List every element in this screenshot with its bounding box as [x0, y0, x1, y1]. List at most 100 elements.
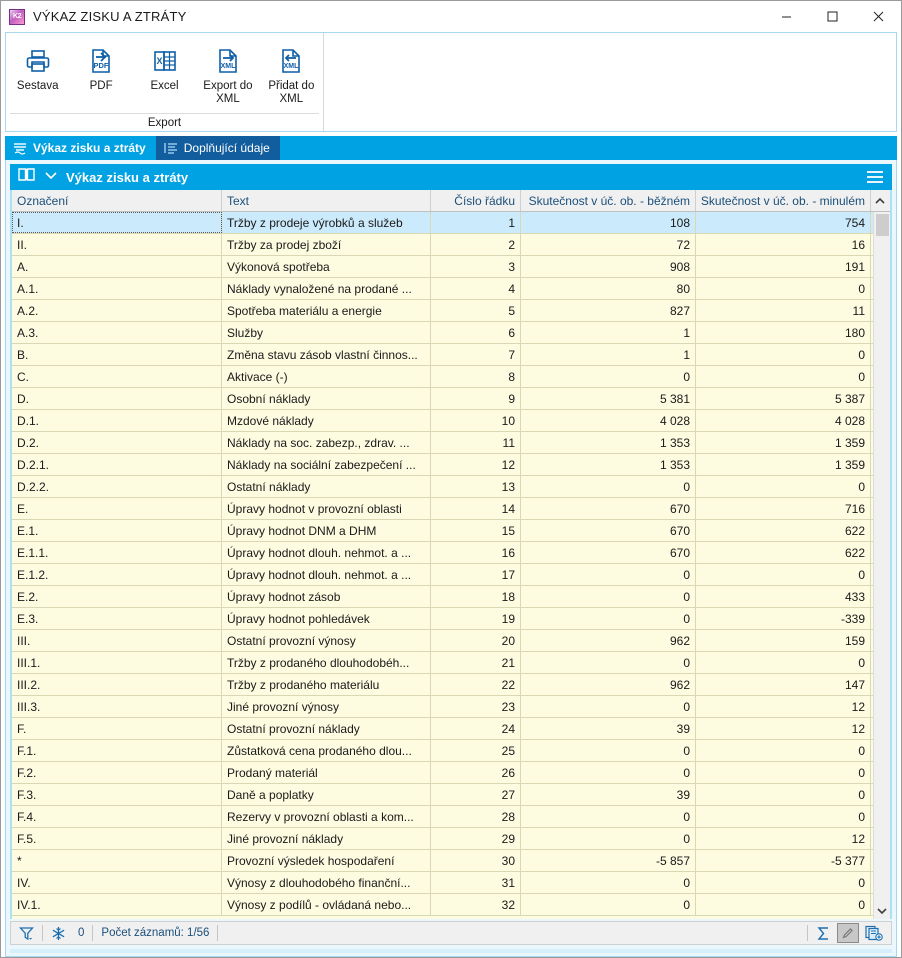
- table-row[interactable]: IV. Výnosy z dlouhodobého finanční... 31 0 0: [12, 872, 890, 894]
- scroll-up-icon[interactable]: [871, 190, 888, 211]
- cell-minule[interactable]: 0: [696, 344, 871, 365]
- cell-minule[interactable]: 4 028: [696, 410, 871, 431]
- cell-bezne[interactable]: 1 353: [521, 454, 696, 475]
- table-row[interactable]: A.1. Náklady vynaložené na prodané ... 4 80…: [12, 278, 890, 300]
- cell-cislo[interactable]: 3: [431, 256, 521, 277]
- cell-cislo[interactable]: 29: [431, 828, 521, 849]
- cell-minule[interactable]: 191: [696, 256, 871, 277]
- cell-text[interactable]: Jiné provozní výnosy: [222, 696, 431, 717]
- cell-text[interactable]: Provozní výsledek hospodaření: [222, 850, 431, 871]
- excel-button[interactable]: X Excel: [133, 37, 196, 113]
- cell-minule[interactable]: 0: [696, 476, 871, 497]
- cell-oznaceni[interactable]: F.1.: [12, 740, 222, 761]
- add-record-icon[interactable]: [859, 923, 889, 943]
- cell-oznaceni[interactable]: E.1.1.: [12, 542, 222, 563]
- cell-cislo[interactable]: 31: [431, 872, 521, 893]
- cell-cislo[interactable]: 6: [431, 322, 521, 343]
- table-row[interactable]: E.1.2. Úpravy hodnot dlouh. nehmot. a ...…: [12, 564, 890, 586]
- table-row[interactable]: D.1. Mzdové náklady 10 4 028 4 028: [12, 410, 890, 432]
- cell-oznaceni[interactable]: IV.: [12, 872, 222, 893]
- cell-bezne[interactable]: 0: [521, 586, 696, 607]
- cell-text[interactable]: Ostatní provozní výnosy: [222, 630, 431, 651]
- cell-oznaceni[interactable]: E.1.: [12, 520, 222, 541]
- cell-cislo[interactable]: 30: [431, 850, 521, 871]
- cell-text[interactable]: Výnosy z podílů - ovládaná nebo...: [222, 894, 431, 915]
- table-row[interactable]: F.1. Zůstatková cena prodaného dlou... 25 0…: [12, 740, 890, 762]
- cell-text[interactable]: Náklady na sociální zabezpečení ...: [222, 454, 431, 475]
- cell-cislo[interactable]: 7: [431, 344, 521, 365]
- table-row[interactable]: E. Úpravy hodnot v provozní oblasti 14 670 7…: [12, 498, 890, 520]
- cell-cislo[interactable]: 12: [431, 454, 521, 475]
- cell-text[interactable]: Výkonová spotřeba: [222, 256, 431, 277]
- column-header-cislo-radku[interactable]: Číslo řádku: [431, 190, 521, 211]
- cell-oznaceni[interactable]: *: [12, 850, 222, 871]
- cell-cislo[interactable]: 17: [431, 564, 521, 585]
- cell-cislo[interactable]: 15: [431, 520, 521, 541]
- cell-text[interactable]: Ostatní provozní náklady: [222, 718, 431, 739]
- table-row[interactable]: II. Tržby za prodej zboží 2 72 16: [12, 234, 890, 256]
- table-row[interactable]: F. Ostatní provozní náklady 24 39 12: [12, 718, 890, 740]
- cell-text[interactable]: Úpravy hodnot pohledávek: [222, 608, 431, 629]
- cell-minule[interactable]: 622: [696, 520, 871, 541]
- table-row[interactable]: D.2.2. Ostatní náklady 13 0 0: [12, 476, 890, 498]
- table-row[interactable]: A.3. Služby 6 1 180: [12, 322, 890, 344]
- cell-oznaceni[interactable]: III.3.: [12, 696, 222, 717]
- close-icon[interactable]: [855, 1, 901, 32]
- cell-oznaceni[interactable]: C.: [12, 366, 222, 387]
- cell-bezne[interactable]: 670: [521, 520, 696, 541]
- cell-minule[interactable]: 0: [696, 366, 871, 387]
- cell-bezne[interactable]: 0: [521, 564, 696, 585]
- cell-cislo[interactable]: 18: [431, 586, 521, 607]
- column-header-skutecnost-minule[interactable]: Skutečnost v úč. ob. - minulém: [696, 190, 871, 211]
- cell-minule[interactable]: -339: [696, 608, 871, 629]
- cell-bezne[interactable]: 0: [521, 366, 696, 387]
- cell-oznaceni[interactable]: D.: [12, 388, 222, 409]
- cell-oznaceni[interactable]: IV.1.: [12, 894, 222, 915]
- cell-bezne[interactable]: 0: [521, 762, 696, 783]
- cell-text[interactable]: Služby: [222, 322, 431, 343]
- cell-cislo[interactable]: 8: [431, 366, 521, 387]
- cell-cislo[interactable]: 23: [431, 696, 521, 717]
- cell-bezne[interactable]: 72: [521, 234, 696, 255]
- cell-cislo[interactable]: 19: [431, 608, 521, 629]
- scroll-down-icon[interactable]: [873, 902, 890, 919]
- table-row[interactable]: * Provozní výsledek hospodaření 30 -5 857 -5…: [12, 850, 890, 872]
- cell-oznaceni[interactable]: D.2.2.: [12, 476, 222, 497]
- cell-text[interactable]: Rezervy v provozní oblasti a kom...: [222, 806, 431, 827]
- table-row[interactable]: IV.1. Výnosy z podílů - ovládaná nebo... 3…: [12, 894, 890, 916]
- cell-minule[interactable]: 433: [696, 586, 871, 607]
- cell-oznaceni[interactable]: E.2.: [12, 586, 222, 607]
- cell-cislo[interactable]: 32: [431, 894, 521, 915]
- cell-text[interactable]: Daně a poplatky: [222, 784, 431, 805]
- cell-bezne[interactable]: 0: [521, 608, 696, 629]
- table-row[interactable]: B. Změna stavu zásob vlastní činnos... 7 1 0: [12, 344, 890, 366]
- cell-minule[interactable]: 0: [696, 278, 871, 299]
- cell-text[interactable]: Náklady vynaložené na prodané ...: [222, 278, 431, 299]
- cell-minule[interactable]: 12: [696, 828, 871, 849]
- cell-bezne[interactable]: 0: [521, 652, 696, 673]
- cell-minule[interactable]: 1 359: [696, 432, 871, 453]
- cell-text[interactable]: Tržby z prodeje výrobků a služeb: [222, 212, 431, 233]
- cell-bezne[interactable]: 1 353: [521, 432, 696, 453]
- cell-oznaceni[interactable]: F.3.: [12, 784, 222, 805]
- table-row[interactable]: E.2. Úpravy hodnot zásob 18 0 433: [12, 586, 890, 608]
- cell-bezne[interactable]: 908: [521, 256, 696, 277]
- cell-oznaceni[interactable]: I.: [12, 212, 222, 233]
- cell-cislo[interactable]: 28: [431, 806, 521, 827]
- cell-cislo[interactable]: 9: [431, 388, 521, 409]
- cell-oznaceni[interactable]: B.: [12, 344, 222, 365]
- cell-minule[interactable]: 1 359: [696, 454, 871, 475]
- cell-bezne[interactable]: 1: [521, 322, 696, 343]
- cell-oznaceni[interactable]: F.5.: [12, 828, 222, 849]
- cell-minule[interactable]: 754: [696, 212, 871, 233]
- cell-bezne[interactable]: 0: [521, 872, 696, 893]
- cell-text[interactable]: Jiné provozní náklady: [222, 828, 431, 849]
- cell-oznaceni[interactable]: F.4.: [12, 806, 222, 827]
- cell-oznaceni[interactable]: D.1.: [12, 410, 222, 431]
- cell-oznaceni[interactable]: III.: [12, 630, 222, 651]
- cell-bezne[interactable]: 39: [521, 718, 696, 739]
- cell-bezne[interactable]: 827: [521, 300, 696, 321]
- minimize-icon[interactable]: [763, 1, 809, 32]
- cell-minule[interactable]: 0: [696, 564, 871, 585]
- cell-text[interactable]: Tržby z prodaného dlouhodobéh...: [222, 652, 431, 673]
